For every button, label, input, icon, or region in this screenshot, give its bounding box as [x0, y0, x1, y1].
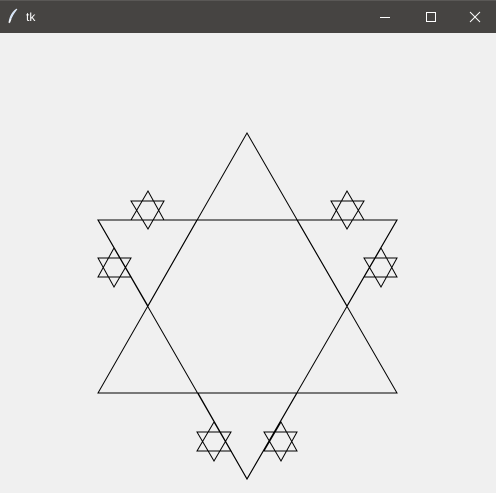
small-triangle [263, 420, 298, 452]
small-triangle [130, 189, 165, 221]
small-triangle [363, 246, 398, 278]
close-button[interactable] [454, 0, 496, 33]
feather-icon [6, 8, 20, 24]
small-triangle [97, 246, 132, 278]
app-window: tk [0, 0, 496, 493]
minimize-icon [379, 11, 391, 23]
small-triangle [363, 257, 398, 289]
medium-triangle [197, 392, 298, 481]
window-title: tk [26, 10, 36, 24]
title-bar[interactable]: tk [0, 0, 496, 33]
small-triangle [263, 431, 298, 463]
medium-triangle [296, 219, 398, 307]
close-icon [469, 11, 481, 23]
small-triangle [97, 257, 132, 289]
minimize-button[interactable] [362, 0, 408, 33]
small-triangle [330, 200, 365, 230]
medium-triangle [97, 219, 198, 308]
maximize-button[interactable] [408, 0, 454, 33]
small-triangle [130, 200, 165, 230]
large-triangle-up [97, 131, 398, 394]
small-triangle [196, 431, 232, 462]
drawing-canvas[interactable] [0, 33, 496, 493]
maximize-icon [425, 11, 437, 23]
small-triangle [330, 189, 365, 221]
large-triangle-down [97, 219, 398, 481]
koch-snowflake-drawing [97, 131, 398, 481]
small-triangle [196, 421, 232, 452]
